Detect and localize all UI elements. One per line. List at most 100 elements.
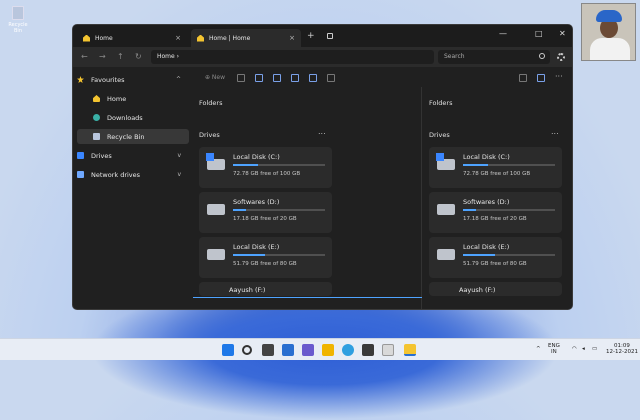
home-icon — [83, 34, 90, 42]
drive-usage-bar — [233, 209, 325, 211]
chevron-down-icon[interactable]: v — [177, 152, 181, 159]
share-icon[interactable] — [309, 74, 317, 82]
drive-name: Softwares (D:) — [233, 198, 280, 206]
volume-icon[interactable]: ◂ — [582, 346, 585, 352]
cut-icon[interactable] — [237, 74, 245, 82]
close-tab-icon[interactable]: × — [289, 34, 295, 42]
drive-tile[interactable]: Local Disk (C:) 72.78 GB free of 100 GB — [429, 147, 562, 188]
star-icon — [77, 76, 84, 83]
app-icon[interactable] — [382, 344, 394, 356]
drive-free-space: 51.79 GB free of 80 GB — [463, 261, 527, 267]
drive-tile[interactable]: Local Disk (E:) 51.79 GB free of 80 GB — [199, 237, 332, 278]
drive-name: Aayush (F:) — [459, 286, 496, 294]
more-options-icon[interactable]: ··· — [555, 72, 563, 81]
file-explorer-icon[interactable] — [322, 344, 334, 356]
drive-free-space: 72.78 GB free of 100 GB — [463, 171, 531, 177]
drive-tile[interactable]: Softwares (D:) 17.18 GB free of 20 GB — [429, 192, 562, 233]
task-view-icon[interactable] — [262, 344, 274, 356]
address-input[interactable]: Home › — [151, 50, 434, 64]
drive-tile[interactable]: Aayush (F:) — [429, 282, 562, 296]
back-icon[interactable]: ← — [81, 52, 88, 61]
forward-icon[interactable]: → — [99, 52, 106, 61]
sidebar-item-drives[interactable]: Drives v — [77, 148, 189, 163]
webcam-person-cap — [596, 10, 622, 22]
windows-drive-icon — [206, 153, 225, 170]
drive-tile[interactable]: Aayush (F:) — [199, 282, 332, 296]
network-drive-icon — [77, 171, 84, 178]
rename-icon[interactable] — [291, 74, 299, 82]
drive-tile[interactable]: Local Disk (C:) 72.78 GB free of 100 GB — [199, 147, 332, 188]
sidebar-item-home[interactable]: Home — [77, 91, 189, 106]
files-app-icon[interactable] — [404, 344, 416, 356]
title-bar: Home × Home | Home × + — □ ✕ — [73, 25, 572, 47]
windows-drive-icon — [436, 153, 455, 170]
battery-icon[interactable]: ▭ — [592, 346, 597, 352]
drive-usage-bar — [463, 254, 555, 256]
edge-icon[interactable] — [342, 344, 354, 356]
widgets-icon[interactable] — [282, 344, 294, 356]
drive-usage-bar — [233, 164, 325, 166]
drive-icon — [207, 204, 225, 215]
chevron-down-icon[interactable]: v — [177, 171, 181, 178]
tab-menu-icon[interactable] — [327, 33, 333, 39]
chevron-up-icon[interactable]: ^ — [536, 346, 541, 352]
search-icon[interactable] — [242, 345, 252, 355]
drive-name: Softwares (D:) — [463, 198, 510, 206]
drive-tile[interactable]: Local Disk (E:) 51.79 GB free of 80 GB — [429, 237, 562, 278]
drive-name: Local Disk (E:) — [233, 243, 280, 251]
drive-usage-fill — [233, 209, 246, 211]
drive-usage-fill — [233, 164, 258, 166]
recycle-bin-icon — [93, 133, 100, 140]
view-icon[interactable] — [519, 74, 527, 82]
copy-icon[interactable] — [255, 74, 263, 82]
new-button[interactable]: ⊕ New — [205, 74, 225, 81]
drive-icon — [207, 249, 225, 260]
minimize-button[interactable]: — — [499, 29, 507, 38]
recycle-bin-icon — [12, 6, 24, 20]
refresh-icon[interactable]: ↻ — [135, 52, 142, 61]
folders-heading: Folders — [199, 99, 223, 107]
drive-free-space: 17.18 GB free of 20 GB — [463, 216, 527, 222]
drive-tile[interactable]: Softwares (D:) 17.18 GB free of 20 GB — [199, 192, 332, 233]
webcam-person-body — [590, 38, 630, 60]
search-icon[interactable] — [539, 53, 545, 59]
sidebar-item-label: Favourites — [91, 75, 125, 84]
search-input[interactable]: Search — [438, 50, 550, 64]
sidebar-item-favourites[interactable]: Favourites ^ — [77, 72, 189, 87]
download-icon — [93, 114, 100, 121]
sidebar-item-network-drives[interactable]: Network drives v — [77, 167, 189, 182]
sidebar-item-label: Home — [107, 94, 127, 103]
more-icon[interactable]: ... — [551, 127, 559, 136]
clock[interactable]: 01:09 12-12-2021 — [606, 343, 638, 355]
drive-usage-bar — [463, 209, 555, 211]
drive-free-space: 17.18 GB free of 20 GB — [233, 216, 297, 222]
close-tab-icon[interactable]: × — [175, 34, 181, 42]
chevron-up-icon[interactable]: ^ — [176, 76, 181, 83]
drive-name: Local Disk (E:) — [463, 243, 510, 251]
up-icon[interactable]: ↑ — [117, 52, 124, 61]
gear-icon[interactable] — [557, 53, 565, 61]
close-window-button[interactable]: ✕ — [559, 29, 566, 38]
pane-icon[interactable] — [537, 74, 545, 82]
pane-divider[interactable] — [421, 87, 422, 309]
sidebar-item-recycle-bin[interactable]: Recycle Bin — [77, 129, 189, 144]
wifi-icon[interactable]: ◠ — [572, 346, 577, 352]
maximize-button[interactable]: □ — [535, 29, 543, 38]
more-icon[interactable]: ... — [318, 127, 326, 136]
paste-icon[interactable] — [273, 74, 281, 82]
new-tab-button[interactable]: + — [307, 31, 315, 41]
delete-icon[interactable] — [327, 74, 335, 82]
start-icon[interactable] — [222, 344, 234, 356]
desktop-recycle-bin[interactable]: Recycle Bin — [4, 6, 32, 34]
language-indicator[interactable]: ENG IN — [548, 343, 560, 355]
sidebar-item-downloads[interactable]: Downloads — [77, 110, 189, 125]
tab-home[interactable]: Home × — [77, 29, 187, 47]
store-icon[interactable] — [362, 344, 374, 356]
tab-home-home[interactable]: Home | Home × — [191, 29, 301, 47]
chat-icon[interactable] — [302, 344, 314, 356]
webcam-overlay — [581, 3, 636, 61]
drive-name: Local Disk (C:) — [463, 153, 510, 161]
drive-usage-fill — [463, 164, 488, 166]
drives-heading: Drives — [199, 131, 220, 139]
home-icon — [93, 95, 100, 102]
